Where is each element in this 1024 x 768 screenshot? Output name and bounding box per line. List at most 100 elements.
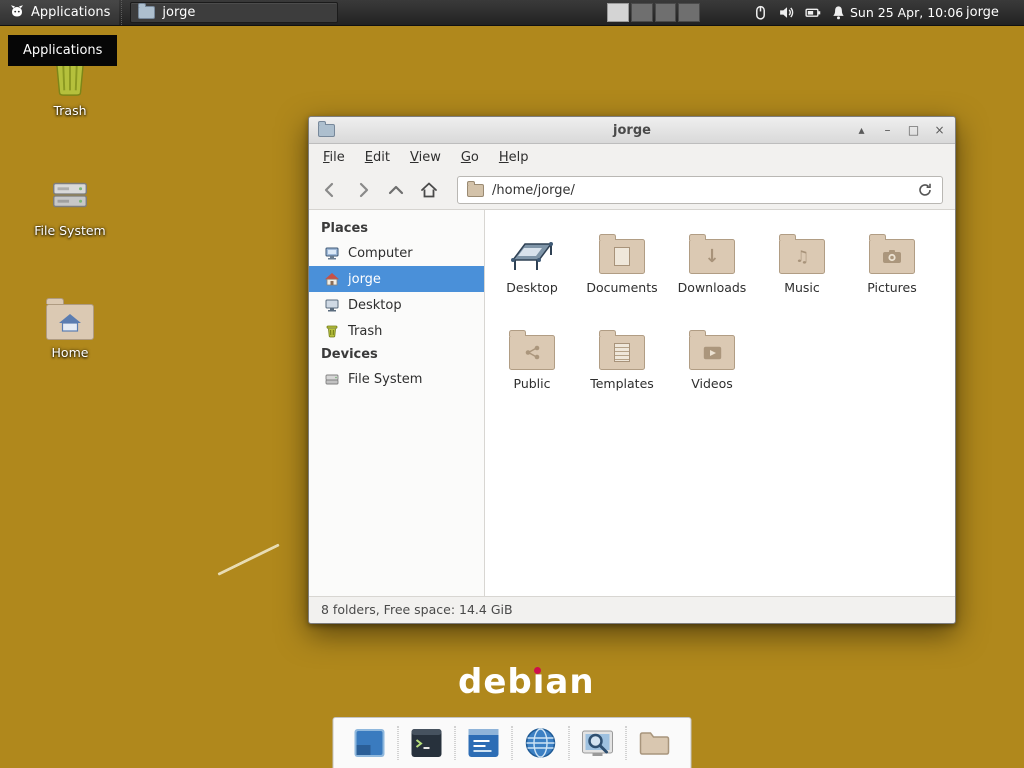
folder-icon: ♫ [779, 239, 825, 274]
sidebar-item-label: jorge [348, 272, 381, 287]
debian-text-left: deb [458, 662, 533, 702]
status-bar: 8 folders, Free space: 14.4 GiB [309, 596, 955, 623]
dock-launcher-file-manager[interactable] [636, 724, 674, 762]
reload-button[interactable] [917, 182, 933, 198]
file-manager-window: jorge ▴ – □ × File Edit View Go Help /ho… [308, 116, 956, 624]
folder-icon [599, 335, 645, 370]
back-button[interactable] [321, 181, 339, 199]
music-note-icon: ♫ [795, 249, 809, 265]
sidebar-item-jorge[interactable]: jorge [309, 266, 484, 292]
sidebar-item-label: Computer [348, 246, 413, 261]
titlebar[interactable]: jorge ▴ – □ × [309, 117, 955, 144]
template-emblem-icon [614, 343, 630, 362]
dock-launcher-terminal[interactable] [408, 724, 446, 762]
folder-label: Downloads [667, 280, 757, 295]
workspace-pager[interactable] [607, 3, 702, 22]
location-bar[interactable]: /home/jorge/ [457, 176, 943, 204]
dock-launcher-app-finder[interactable] [579, 724, 617, 762]
shade-button[interactable]: ▴ [855, 117, 868, 143]
folder-item-documents[interactable]: Documents [577, 222, 667, 318]
input-device-icon[interactable] [752, 4, 769, 21]
folder-icon [138, 6, 155, 19]
workspace-4[interactable] [678, 3, 700, 22]
desktop-icon [324, 297, 340, 313]
dock-separator [626, 726, 627, 760]
menu-go[interactable]: Go [451, 146, 489, 169]
file-view[interactable]: Desktop Documents ↓ Downloads ♫ Music [485, 210, 955, 596]
bottom-dock [333, 717, 692, 768]
dock-launcher-desktop[interactable] [351, 724, 389, 762]
folder-icon: ↓ [689, 239, 735, 274]
workspace-1[interactable] [607, 3, 629, 22]
dock-launcher-text-editor[interactable] [465, 724, 503, 762]
minimize-button[interactable]: – [881, 117, 894, 143]
dock-separator [512, 726, 513, 760]
taskbar-window-button[interactable]: jorge [130, 2, 338, 23]
path-text[interactable]: /home/jorge/ [492, 183, 909, 198]
forward-button[interactable] [354, 181, 372, 199]
drive-icon [324, 371, 340, 387]
sidebar-item-desktop[interactable]: Desktop [309, 292, 484, 318]
user-menu[interactable]: jorge [966, 0, 999, 25]
menu-edit[interactable]: Edit [355, 146, 400, 169]
home-button[interactable] [420, 181, 438, 199]
home-icon [324, 271, 340, 287]
desk-icon [487, 222, 577, 274]
sidebar-item-trash[interactable]: Trash [309, 318, 484, 344]
sidebar-item-label: Desktop [348, 298, 402, 313]
folder-label: Videos [667, 376, 757, 391]
sidebar-item-computer[interactable]: Computer [309, 240, 484, 266]
wallpaper-swirl-stroke [217, 543, 279, 576]
camera-icon [882, 249, 902, 264]
sidebar-header-places: Places [309, 218, 484, 240]
system-tray [752, 4, 847, 21]
workspace-2[interactable] [631, 3, 653, 22]
folder-item-music[interactable]: ♫ Music [757, 222, 847, 318]
volume-icon[interactable] [778, 4, 795, 21]
dock-launcher-web-browser[interactable] [522, 724, 560, 762]
download-arrow-icon: ↓ [704, 248, 719, 266]
desktop-icon-home[interactable]: Home [28, 292, 112, 360]
sidebar-item-label: File System [348, 372, 422, 387]
folder-label: Desktop [487, 280, 577, 295]
menu-view[interactable]: View [400, 146, 451, 169]
window-stack-icon [353, 726, 387, 760]
up-button[interactable] [387, 181, 405, 199]
sidebar-header-devices: Devices [309, 344, 484, 366]
folder-item-public[interactable]: Public [487, 318, 577, 414]
folder-item-videos[interactable]: Videos [667, 318, 757, 414]
folder-icon [638, 726, 672, 760]
maximize-button[interactable]: □ [907, 117, 920, 143]
applications-tooltip: Applications [8, 35, 117, 66]
taskbar-window-label: jorge [162, 5, 195, 20]
video-icon [703, 346, 722, 360]
magnifier-screen-icon [581, 726, 615, 760]
clock[interactable]: Sun 25 Apr, 10:06 [850, 0, 963, 25]
applications-menu-button[interactable]: Applications [0, 0, 119, 25]
folder-item-templates[interactable]: Templates [577, 318, 667, 414]
path-folder-icon [467, 184, 484, 197]
folder-item-desktop[interactable]: Desktop [487, 222, 577, 318]
folder-item-pictures[interactable]: Pictures [847, 222, 937, 318]
folder-item-downloads[interactable]: ↓ Downloads [667, 222, 757, 318]
icon-grid: Desktop Documents ↓ Downloads ♫ Music [485, 210, 947, 414]
sidebar: Places Computer jorge Desktop [309, 210, 485, 596]
power-manager-icon[interactable] [804, 4, 821, 21]
close-button[interactable]: × [933, 117, 946, 143]
globe-icon [524, 726, 558, 760]
share-icon [524, 344, 541, 361]
drive-icon [28, 170, 112, 218]
folder-icon [689, 335, 735, 370]
desktop-icon-file-system[interactable]: File System [28, 170, 112, 238]
xfce-mouse-icon [9, 3, 25, 23]
desktop-icon-label: Home [28, 345, 112, 360]
notification-bell-icon[interactable] [830, 4, 847, 21]
folder-label: Templates [577, 376, 667, 391]
debian-red-dot [534, 667, 541, 674]
folder-icon [509, 335, 555, 370]
menu-help[interactable]: Help [489, 146, 539, 169]
sidebar-item-file-system[interactable]: File System [309, 366, 484, 392]
debian-wordmark: debıan [458, 665, 595, 699]
workspace-3[interactable] [655, 3, 677, 22]
menu-file[interactable]: File [313, 146, 355, 169]
